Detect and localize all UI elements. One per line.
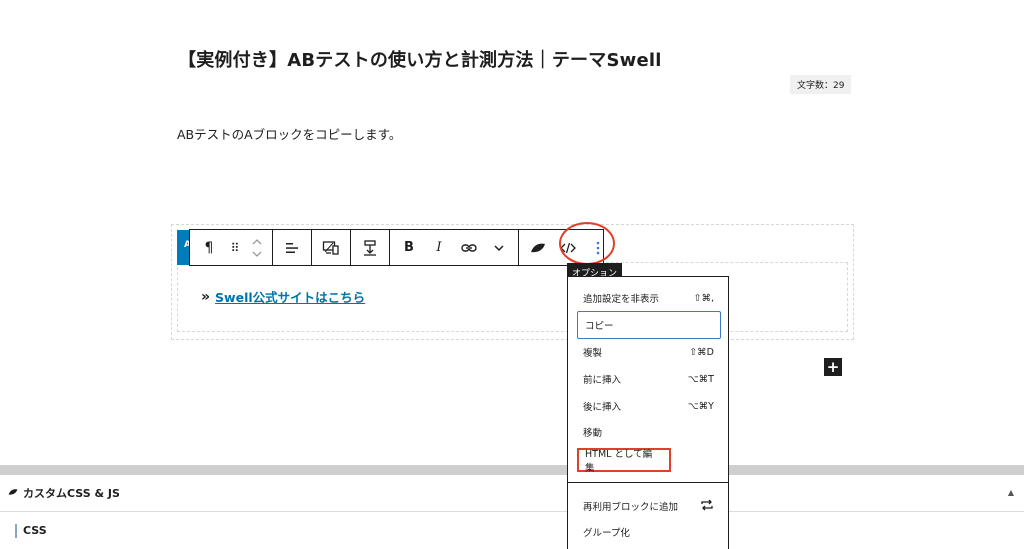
reusable-block-icon <box>700 499 714 514</box>
block-type-tab[interactable]: A <box>177 230 189 265</box>
custom-css-js-panel-header[interactable]: カスタムCSS & JS ▲ <box>0 475 1024 512</box>
menu-item-hide-settings[interactable]: 追加設定を非表示 ⇧⌘, <box>568 287 728 309</box>
swell-official-link[interactable]: Swell公式サイトはこちら <box>215 287 365 306</box>
menu-item-copy[interactable]: コピー <box>577 311 721 339</box>
menu-item-add-reusable[interactable]: 再利用ブロックに追加 <box>568 495 728 517</box>
swell-margin-icon[interactable] <box>355 230 385 265</box>
menu-item-group[interactable]: グループ化 <box>568 521 728 543</box>
swell-leaf-icon[interactable] <box>523 230 553 265</box>
bold-icon[interactable]: B <box>394 230 424 265</box>
move-up-down-icon[interactable] <box>246 230 268 265</box>
italic-icon[interactable]: I <box>424 230 454 265</box>
post-title[interactable]: 【実例付き】ABテストの使い方と計測方法｜テーマSwell <box>178 46 662 72</box>
link-icon[interactable] <box>454 230 484 265</box>
menu-separator <box>568 482 728 483</box>
toolbar-group-format: B I <box>390 230 519 265</box>
drag-handle-icon[interactable]: ⠿ <box>224 230 246 265</box>
css-section-label: CSS <box>15 524 47 538</box>
annotation-circle <box>559 222 615 265</box>
menu-item-duplicate[interactable]: 複製 ⇧⌘D <box>568 341 728 363</box>
align-icon[interactable] <box>277 230 307 265</box>
button-link-row: » Swell公式サイトはこちら <box>201 287 365 306</box>
toolbar-group-device <box>312 230 351 265</box>
menu-item-insert-before[interactable]: 前に挿入 ⌥⌘T <box>568 368 728 390</box>
toolbar-group-block: ¶ ⠿ <box>190 230 273 265</box>
swell-leaf-icon <box>8 488 18 499</box>
menu-item-edit-as-html[interactable]: HTML として編集 <box>577 448 671 474</box>
chevron-down-icon[interactable] <box>484 230 514 265</box>
panel-resize-bar[interactable] <box>0 465 1024 475</box>
word-count-badge: 文字数：29 <box>790 75 852 94</box>
toolbar-group-margin <box>351 230 390 265</box>
collapse-caret-icon[interactable]: ▲ <box>1008 488 1014 497</box>
block-toolbar: ¶ ⠿ B I <box>189 229 604 266</box>
menu-item-move[interactable]: 移動 <box>568 421 728 443</box>
panel-title: カスタムCSS & JS <box>23 487 120 500</box>
swell-device-icon[interactable] <box>316 230 346 265</box>
paragraph-icon[interactable]: ¶ <box>194 230 224 265</box>
add-block-button[interactable]: + <box>824 358 842 376</box>
block-options-menu: 追加設定を非表示 ⇧⌘, コピー 複製 ⇧⌘D 前に挿入 ⌥⌘T 後に挿入 ⌥⌘Y 移動… <box>567 276 729 549</box>
paragraph-block[interactable]: ABテストのAブロックをコピーします。 <box>177 124 401 143</box>
menu-item-insert-after[interactable]: 後に挿入 ⌥⌘Y <box>568 395 728 417</box>
double-chevron-icon: » <box>201 288 211 305</box>
toolbar-group-align <box>273 230 312 265</box>
